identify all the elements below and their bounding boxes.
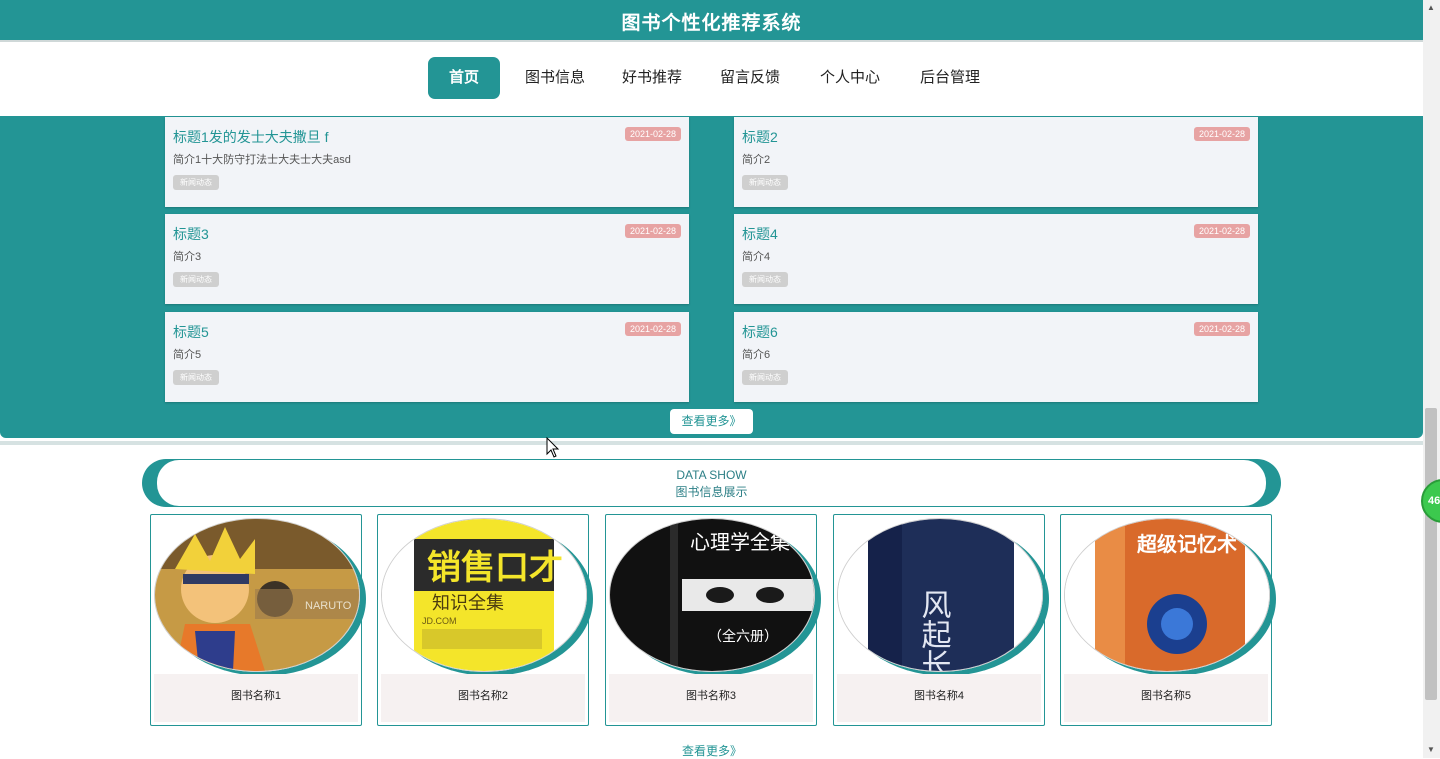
site-title: 图书个性化推荐系统 xyxy=(621,13,802,34)
news-intro: 简介5 xyxy=(173,349,202,361)
book-name[interactable]: 图书名称3 xyxy=(609,674,813,722)
mouse-cursor-icon xyxy=(546,437,560,458)
news-title[interactable]: 标题5 xyxy=(173,322,209,342)
book-card[interactable]: 超级记忆术 图书名称5 xyxy=(1060,514,1272,726)
news-date-badge: 2021-02-28 xyxy=(624,322,681,336)
data-show-title-en: DATA SHOW xyxy=(676,468,747,482)
books-more-link[interactable]: 查看更多》 xyxy=(682,742,742,759)
book-cover-text: 心理学全集 xyxy=(690,530,790,554)
book-cover-text: JD.COM xyxy=(422,616,457,626)
book-name[interactable]: 图书名称1 xyxy=(154,674,358,722)
book-cover-text: （全六册） xyxy=(708,628,778,645)
book-card[interactable]: 销售口才 知识全集 JD.COM 图书名称2 xyxy=(377,514,589,726)
book-card[interactable]: 心理学全集 （全六册） 图书名称3 xyxy=(605,514,817,726)
book-cover-text: 知识全集 xyxy=(432,593,504,614)
scroll-up-arrow-icon[interactable]: ▲ xyxy=(1427,3,1435,12)
data-show-title-cn: 图书信息展示 xyxy=(675,485,748,499)
news-title[interactable]: 标题6 xyxy=(742,322,778,342)
news-section: 标题1发的发士大夫撒旦 f 2021-02-28 简介1十大防守打法士大夫士大夫… xyxy=(0,116,1423,438)
data-show-banner-inner: DATA SHOW 图书信息展示 xyxy=(157,460,1266,506)
book-cover-art: NARUTO xyxy=(155,519,359,671)
news-tag: 新闻动态 xyxy=(173,175,219,190)
nav-feedback[interactable]: 留言反馈 xyxy=(713,57,787,99)
nav-profile[interactable]: 个人中心 xyxy=(813,57,887,99)
nav-home[interactable]: 首页 xyxy=(428,57,500,99)
news-date-badge: 2021-02-28 xyxy=(1193,224,1250,238)
book-cover-text: 超级记忆术 xyxy=(1136,532,1237,556)
news-title[interactable]: 标题2 xyxy=(742,127,778,147)
book-name[interactable]: 图书名称2 xyxy=(381,674,585,722)
news-intro: 简介6 xyxy=(742,349,771,361)
news-tag: 新闻动态 xyxy=(742,370,788,385)
news-date-badge: 2021-02-28 xyxy=(624,127,681,141)
news-tag: 新闻动态 xyxy=(173,370,219,385)
book-cover-image[interactable]: 超级记忆术 xyxy=(1064,518,1270,672)
news-date-badge: 2021-02-28 xyxy=(624,224,681,238)
nav-recommend[interactable]: 好书推荐 xyxy=(615,57,689,99)
nav-admin[interactable]: 后台管理 xyxy=(913,57,987,99)
news-tag: 新闻动态 xyxy=(742,272,788,287)
nav-book-info[interactable]: 图书信息 xyxy=(518,57,592,99)
news-date-badge: 2021-02-28 xyxy=(1193,127,1250,141)
scroll-down-arrow-icon[interactable]: ▼ xyxy=(1427,745,1435,754)
book-cover-text: NARUTO xyxy=(305,600,352,612)
news-title[interactable]: 标题3 xyxy=(173,224,209,244)
book-cover-art: 销售口才 知识全集 JD.COM xyxy=(382,519,586,671)
news-more-button[interactable]: 查看更多》 xyxy=(670,409,753,434)
section-divider xyxy=(0,441,1423,445)
book-cover-image[interactable]: NARUTO xyxy=(154,518,360,672)
book-card[interactable]: NARUTO 图书名称1 xyxy=(150,514,362,726)
news-card[interactable]: 标题3 2021-02-28 简介3 新闻动态 xyxy=(165,214,689,304)
news-card[interactable]: 标题2 2021-02-28 简介2 新闻动态 xyxy=(734,117,1258,207)
news-intro: 简介3 xyxy=(173,251,202,263)
news-title[interactable]: 标题1发的发士大夫撒旦 f xyxy=(173,127,329,147)
page-scrollbar[interactable]: ▲ ▼ xyxy=(1423,0,1440,758)
news-tag: 新闻动态 xyxy=(173,272,219,287)
news-intro: 简介2 xyxy=(742,154,771,166)
book-cover-text: 销售口才 xyxy=(427,548,563,588)
news-card[interactable]: 标题6 2021-02-28 简介6 新闻动态 xyxy=(734,312,1258,402)
news-intro: 简介4 xyxy=(742,251,771,263)
book-name[interactable]: 图书名称4 xyxy=(837,674,1041,722)
news-card[interactable]: 标题4 2021-02-28 简介4 新闻动态 xyxy=(734,214,1258,304)
data-show-banner: DATA SHOW 图书信息展示 xyxy=(142,459,1281,507)
book-cover-art: 超级记忆术 xyxy=(1065,519,1269,671)
book-cover-image[interactable]: 心理学全集 （全六册） xyxy=(609,518,815,672)
book-card[interactable]: 风起长林 图书名称4 xyxy=(833,514,1045,726)
news-date-badge: 2021-02-28 xyxy=(1193,322,1250,336)
news-card[interactable]: 标题5 2021-02-28 简介5 新闻动态 xyxy=(165,312,689,402)
news-card[interactable]: 标题1发的发士大夫撒旦 f 2021-02-28 简介1十大防守打法士大夫士大夫… xyxy=(165,117,689,207)
book-cover-art: 风起长林 xyxy=(838,519,1042,671)
news-tag: 新闻动态 xyxy=(742,175,788,190)
site-header: 图书个性化推荐系统 xyxy=(0,0,1423,42)
book-name[interactable]: 图书名称5 xyxy=(1064,674,1268,722)
scrollbar-thumb[interactable] xyxy=(1425,408,1437,700)
book-cover-text: 风起长林 xyxy=(916,589,952,671)
news-title[interactable]: 标题4 xyxy=(742,224,778,244)
news-intro: 简介1十大防守打法士大夫士大夫asd xyxy=(173,154,351,166)
book-cover-image[interactable]: 销售口才 知识全集 JD.COM xyxy=(381,518,587,672)
book-cover-image[interactable]: 风起长林 xyxy=(837,518,1043,672)
main-nav: 首页 图书信息 好书推荐 留言反馈 个人中心 后台管理 xyxy=(0,42,1423,116)
book-cover-art: 心理学全集 （全六册） xyxy=(610,519,814,671)
